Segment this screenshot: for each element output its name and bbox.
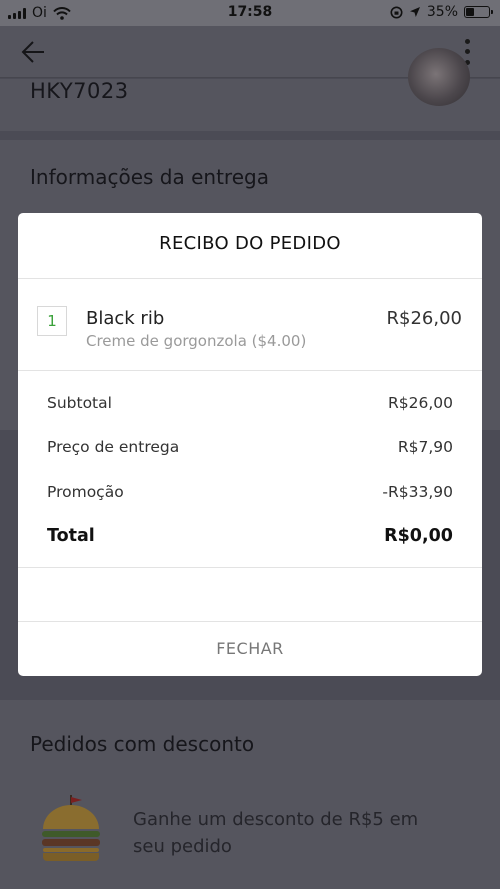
item-price: R$26,00 [386,308,463,329]
total-row: Total R$0,00 [47,526,453,546]
divider [18,278,482,279]
subtotal-label: Subtotal [47,394,112,412]
divider [18,370,482,371]
item-quantity: 1 [37,306,67,336]
battery-icon [464,6,493,18]
subtotal-row: Subtotal R$26,00 [47,394,453,412]
status-right: 35% [390,4,493,20]
delivery-fee-row: Preço de entrega R$7,90 [47,438,453,456]
status-bar: Oi 17:58 35% [0,0,500,26]
promo-text: Ganhe um desconto de R$5 em seu pedido [133,809,419,857]
promotion-row: Promoção -R$33,90 [47,483,453,501]
more-dot-icon [464,49,470,55]
subtotal-value: R$26,00 [387,394,453,412]
burger-icon [42,795,100,861]
promotion-label: Promoção [47,483,124,501]
order-receipt-dialog: RECIBO DO PEDIDO 1 Black rib Creme de go… [18,213,482,676]
battery-percent: 35% [426,4,458,20]
total-label: Total [47,526,95,546]
discounted-orders-title: Pedidos com desconto [30,732,255,756]
delivery-fee-label: Preço de entrega [47,438,180,456]
back-arrow-icon [21,41,44,63]
more-dot-icon [464,38,470,44]
close-button[interactable]: FECHAR [18,622,482,676]
driver-avatar [408,48,470,106]
location-arrow-icon [409,7,420,17]
item-name: Black rib [86,308,165,329]
promotion-value: -R$33,90 [382,483,453,501]
divider [18,567,482,568]
delivery-info-title: Informações da entrega [30,165,269,189]
back-button[interactable] [18,36,50,68]
vehicle-plate: HKY7023 [30,79,129,103]
orientation-lock-icon [390,6,403,18]
total-value: R$0,00 [384,526,453,546]
item-modifier: Creme de gorgonzola ($4.00) [86,332,307,350]
receipt-title: RECIBO DO PEDIDO [159,233,341,254]
delivery-fee-value: R$7,90 [397,438,453,456]
